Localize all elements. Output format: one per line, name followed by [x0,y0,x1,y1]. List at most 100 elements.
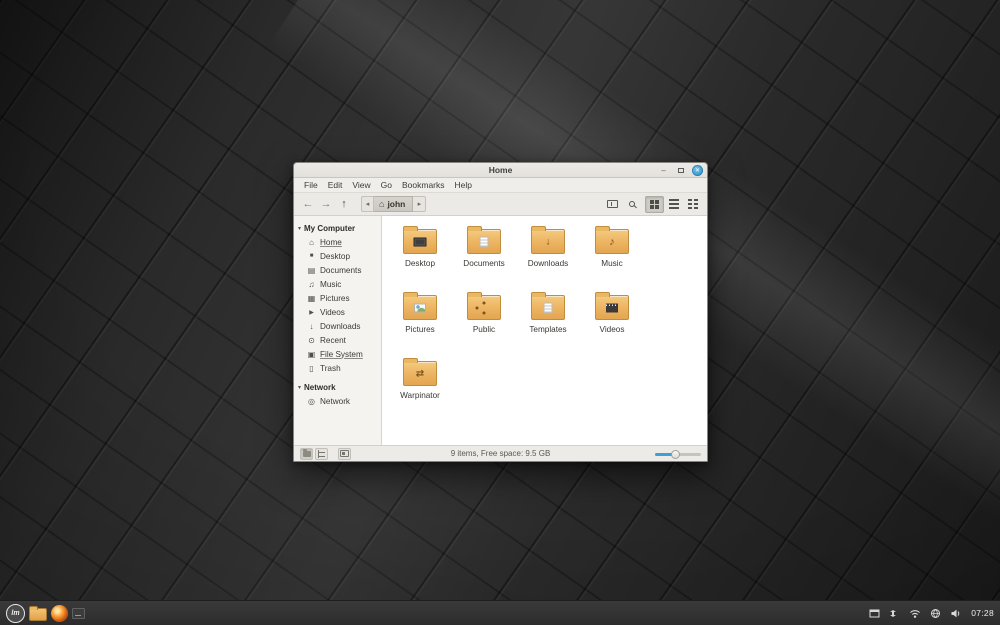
zoom-slider-knob[interactable] [671,449,680,459]
sidebar-network-items: Network [294,394,381,408]
sidebar-section-network[interactable]: ▾ Network [294,380,381,394]
toggle-location-entry-button[interactable] [603,196,622,213]
sidebar-item-label: Videos [320,307,345,317]
sidebar-item-icon [307,350,316,359]
status-summary: 9 items, Free space: 9.5 GB [450,449,551,458]
window-list-applet-icon[interactable] [72,607,85,619]
window-applet-icon[interactable] [869,608,880,619]
breadcrumb-prev-button[interactable]: ◂ [361,196,374,212]
menu-item[interactable]: Edit [323,180,348,190]
taskbar: lm 07:28 [0,600,1000,625]
sidebar-item-icon [307,397,316,406]
titlebar[interactable]: Home – ✕ [294,163,707,178]
file-item[interactable]: Videos [580,290,644,356]
sidebar-item-icon [307,364,316,373]
sidebar-item[interactable]: Documents [294,263,381,277]
folder-emblem [416,369,424,380]
file-item[interactable]: Desktop [388,224,452,290]
sidebar-item-label: Trash [320,363,341,373]
sidebar-item[interactable]: Pictures [294,291,381,305]
home-icon: ⌂ [379,199,385,209]
menu-item[interactable]: Help [450,180,477,190]
file-item[interactable]: Pictures [388,290,452,356]
folder-emblem [543,302,553,314]
compact-view-icon [687,199,698,209]
sidebar-item[interactable]: Recent [294,333,381,347]
file-manager-window: Home – ✕ File Edit View Go Bookmarks Help ← →… [293,162,708,462]
folder-icon [531,292,565,320]
sidebar-item-icon [307,253,316,259]
sidebar-section-my-computer[interactable]: ▾ My Computer [294,221,381,235]
folder-icon [403,226,437,254]
folder-icon [403,292,437,320]
globe-icon[interactable] [930,608,941,619]
minimize-button[interactable]: – [658,165,669,176]
list-view-icon [668,199,679,209]
search-button[interactable] [622,196,641,213]
section-label: Network [304,382,336,392]
volume-icon[interactable] [950,608,962,619]
compact-view-button[interactable] [683,196,702,213]
grid-view-icon [650,199,659,209]
file-item-label: Downloads [527,259,569,268]
menu-item[interactable]: Bookmarks [397,180,450,190]
folder-icon [467,292,501,320]
sidebar-item[interactable]: Desktop [294,249,381,263]
section-collapse-arrow[interactable]: ▾ [298,384,301,391]
list-view-button[interactable] [664,196,683,213]
sidebar-item-label: Pictures [320,293,350,303]
wifi-icon[interactable] [909,608,921,619]
sidebar-item[interactable]: File System [294,347,381,361]
folder-emblem [606,303,618,313]
toolbar: ← → ↑ ◂ ⌂ john ▸ [294,193,707,216]
back-button[interactable]: ← [299,196,317,213]
file-item[interactable]: Warpinator [388,356,452,422]
file-grid[interactable]: Desktop Documents Downloads [382,216,707,445]
sidebar-item[interactable]: Music [294,277,381,291]
firefox-launcher[interactable] [51,604,68,622]
file-manager-launcher[interactable] [29,605,47,621]
sidebar-item[interactable]: Network [294,394,381,408]
breadcrumb-current-button[interactable]: ⌂ john [374,196,414,212]
close-button[interactable]: ✕ [692,164,703,176]
file-item-label: Videos [599,325,625,334]
file-item[interactable]: Music [580,224,644,290]
file-item[interactable]: Downloads [516,224,580,290]
sidebar-item-icon [307,238,316,247]
breadcrumb: ◂ ⌂ john ▸ [361,196,427,212]
zoom-slider[interactable] [655,448,701,460]
sidebar-item[interactable]: Trash [294,361,381,375]
sidebar-item-icon [307,336,316,345]
icon-view-button[interactable] [645,195,664,213]
file-item[interactable]: Public [452,290,516,356]
file-item-label: Desktop [404,259,436,268]
folder-emblem [479,236,489,248]
network-icon[interactable] [889,608,900,619]
window-title: Home [488,165,513,175]
sidebar-item-label: Downloads [320,321,361,331]
section-collapse-arrow[interactable]: ▾ [298,225,301,232]
forward-button[interactable]: → [317,196,335,213]
file-item[interactable]: Templates [516,290,580,356]
window-controls: – ✕ [658,164,707,176]
up-button[interactable]: ↑ [335,196,353,213]
file-item[interactable]: Documents [452,224,516,290]
folder-icon [467,226,501,254]
maximize-button[interactable] [675,165,686,176]
file-item-label: Warpinator [400,391,440,400]
mint-menu-button[interactable]: lm [6,603,25,623]
menu-item[interactable]: Go [376,180,397,190]
search-icon [628,201,635,207]
sidebar-item[interactable]: Downloads [294,319,381,333]
menu-item[interactable]: View [347,180,375,190]
sidebar-item[interactable]: Home [294,235,381,249]
file-item-label: Pictures [405,325,435,334]
sidebar-item-label: Music [320,279,342,289]
sidebar-item[interactable]: Videos [294,305,381,319]
folder-emblem [414,303,426,313]
folder-icon [531,226,565,254]
breadcrumb-next-button[interactable]: ▸ [413,196,427,212]
view-switcher [645,195,702,213]
taskbar-clock[interactable]: 07:28 [971,608,994,618]
menu-item[interactable]: File [299,180,323,190]
